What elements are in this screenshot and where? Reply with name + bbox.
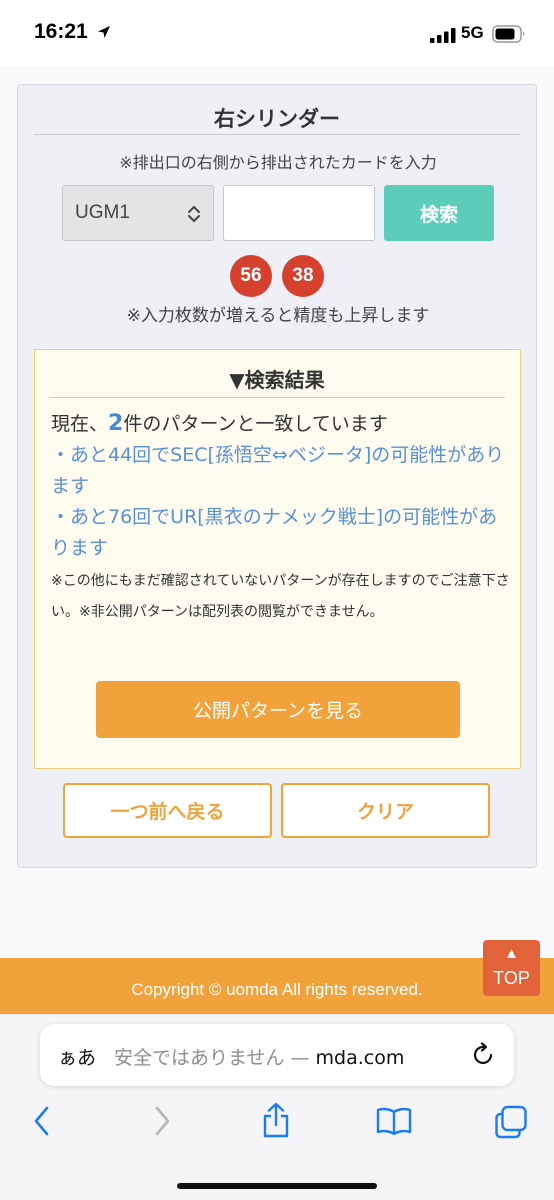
tabs-icon[interactable] [494,1105,528,1139]
location-arrow-icon [98,26,110,38]
result-title: ▼検索結果 [49,364,505,398]
panel-title: 右シリンダー [34,103,520,135]
up-arrow-icon: ▲ [504,945,519,962]
status-time: 16:21 [34,20,88,43]
series-select-value: UGM1 [75,202,130,223]
battery-icon [492,25,525,43]
page-content: 右シリンダー ※排出口の右側から排出されたカードを入力 UGM1 検索 56 3… [0,66,554,958]
back-icon[interactable] [32,1105,52,1137]
url-text[interactable]: 安全ではありません — mda.com [114,1043,464,1070]
card-number-input[interactable] [223,185,375,241]
view-public-pattern-button[interactable]: 公開パターンを見る [96,681,460,738]
result-item[interactable]: ・あと44回でSEC[孫悟空⇔ベジータ]の可能性があります [51,440,511,502]
result-summary: 現在、2件のパターンと一致しています [51,408,511,440]
clear-button[interactable]: クリア [281,783,490,838]
share-icon[interactable] [260,1101,292,1139]
series-select[interactable]: UGM1 [62,185,214,241]
input-badge: 38 [282,255,324,297]
copyright-text: Copyright © uomda All rights reserved. [131,980,423,999]
forward-icon[interactable] [152,1105,172,1137]
panel-note: ※排出口の右側から排出されたカードを入力 [119,153,437,172]
top-label: TOP [493,968,530,988]
search-button[interactable]: 検索 [384,185,494,241]
precision-note: ※入力枚数が増えると精度も上昇します [126,306,430,326]
network-label: 5G [461,23,484,42]
page-settings-button[interactable]: ぁあ [58,1043,96,1070]
cylinder-panel: 右シリンダー ※排出口の右側から排出されたカードを入力 UGM1 検索 56 3… [17,84,537,868]
back-button[interactable]: 一つ前へ戻る [63,783,272,838]
home-indicator [177,1183,377,1189]
result-count: 2 [108,411,124,436]
search-result-box: ▼検索結果 現在、2件のパターンと一致しています ・あと44回でSEC[孫悟空⇔… [34,349,521,769]
back-to-top-button[interactable]: ▲ TOP [483,940,540,996]
result-item[interactable]: ・あと76回でUR[黒衣のナメック戦士]の可能性があります [51,502,511,564]
url-security-warning: 安全ではありません — [114,1047,316,1069]
status-bar: 16:21 5G [0,0,554,66]
signal-icon [430,28,456,43]
url-domain: mda.com [315,1047,405,1069]
chevron-updown-icon [188,206,200,222]
bookmarks-icon[interactable] [376,1107,412,1135]
footer: Copyright © uomda All rights reserved. [0,958,554,1014]
reload-icon[interactable] [472,1042,496,1068]
result-summary-prefix: 現在、 [51,413,109,435]
input-badge: 56 [230,255,272,297]
browser-toolbar: ぁあ 安全ではありません — mda.com [0,1014,554,1200]
result-text: 現在、2件のパターンと一致しています ・あと44回でSEC[孫悟空⇔ベジータ]の… [51,408,511,564]
result-caution-note: ※この他にもまだ確認されていないパターンが存在しますのでご注意下さい。※非公開パ… [51,573,510,620]
address-bar[interactable]: ぁあ 安全ではありません — mda.com [40,1024,514,1086]
result-summary-suffix: 件のパターンと一致しています [123,413,388,435]
